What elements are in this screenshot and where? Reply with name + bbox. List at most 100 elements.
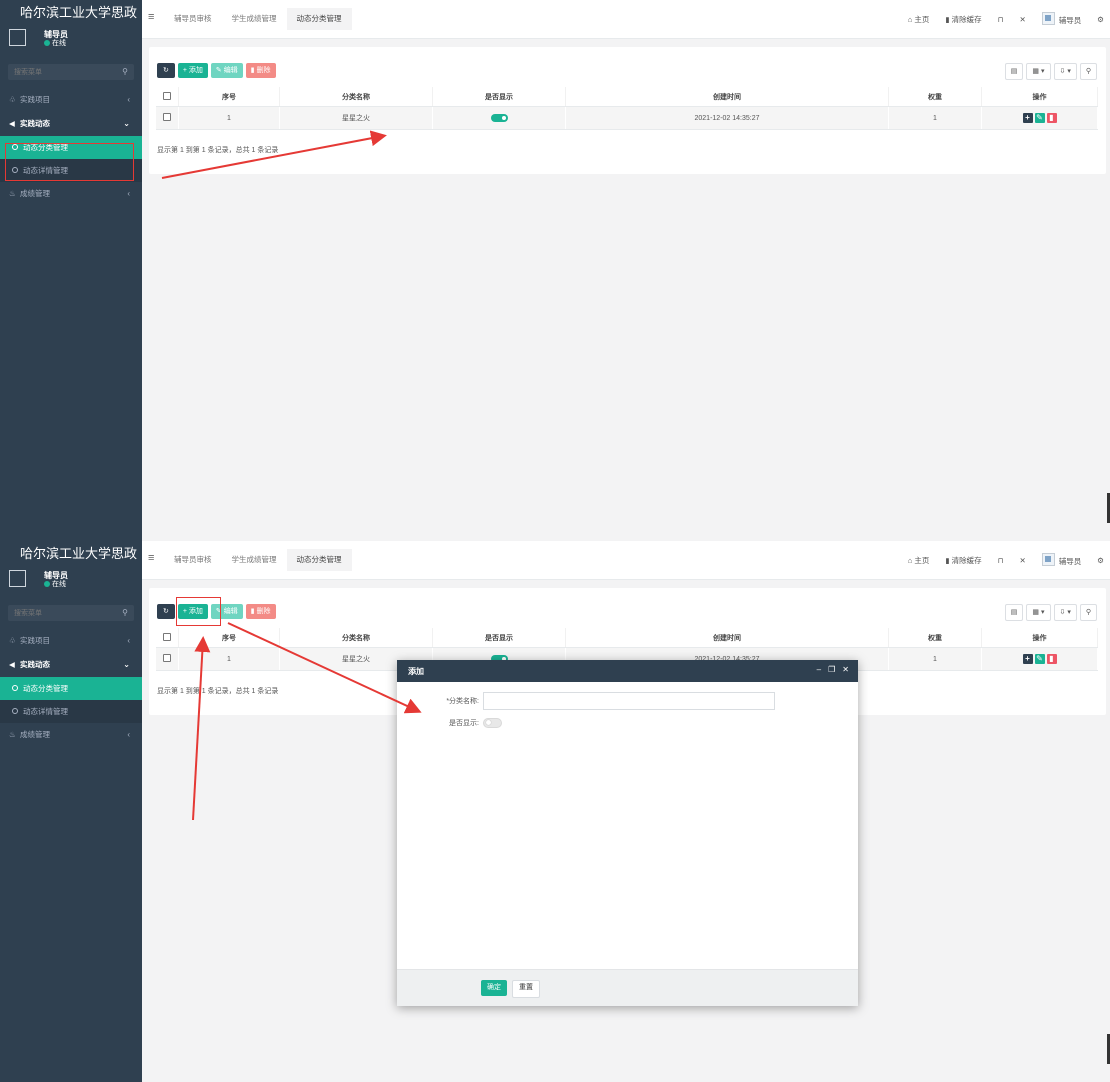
select-all-checkbox[interactable] [163, 91, 171, 100]
menu-toggle-icon[interactable]: ≡ [148, 552, 154, 564]
fullscreen-icon[interactable]: ✕ [1019, 556, 1025, 565]
menu-search: ⚲ [8, 605, 134, 621]
table-row[interactable]: 1 星星之火 2021-12-02 14:35:27 1 + ✎ ▮ [156, 106, 1098, 130]
content-panel: ↻ + 添加 ✎ 编辑 ▮ 删除 ▤ ▦ ▾ ⇩ ▾ ⚲ 序号 分类名称 是否显… [149, 47, 1106, 174]
topbar: ≡ 辅导员审核 学生成绩管理 动态分类管理 ⌂ 主页 ▮ 清除缓存 ⊓ ✕ 辅导… [142, 541, 1110, 580]
fullscreen-icon[interactable]: ✕ [1019, 15, 1025, 24]
dialog-controls: – ❐ ✕ [817, 665, 849, 674]
lock-icon[interactable]: ⊓ [998, 556, 1004, 565]
tab-counselor-review[interactable]: 辅导员审核 [164, 549, 222, 571]
tab-student-grades[interactable]: 学生成绩管理 [222, 8, 287, 30]
trash-icon: ▮ [250, 67, 255, 74]
edit-button[interactable]: ✎ 编辑 [210, 63, 243, 78]
brand-title: 哈尔滨工业大学思政 [0, 541, 142, 567]
clear-cache-link[interactable]: ▮ 清除缓存 [945, 14, 981, 25]
select-all-checkbox[interactable] [163, 632, 171, 641]
col-show[interactable]: 是否显示 [432, 628, 566, 648]
lock-icon[interactable]: ⊓ [998, 15, 1004, 24]
col-index[interactable]: 序号 [178, 628, 280, 648]
confirm-button[interactable]: 确定 [481, 980, 507, 996]
sidebar-item-practice-news[interactable]: ◀ 实践动态 ⌄ [0, 112, 142, 136]
tab-student-grades[interactable]: 学生成绩管理 [222, 549, 287, 571]
delete-button[interactable]: ▮ 删除 [245, 63, 276, 78]
category-name-label: *分类名称: [446, 698, 479, 705]
toggle-view-button[interactable]: ▤ [1004, 604, 1024, 621]
columns-button[interactable]: ▦ ▾ [1026, 63, 1051, 80]
add-button[interactable]: + 添加 [177, 63, 208, 78]
category-name-input[interactable] [483, 692, 775, 710]
user-menu[interactable]: 辅导员 [1041, 12, 1081, 26]
sidebar-item-grade-management[interactable]: ♨ 成绩管理 ‹ [0, 182, 142, 206]
circle-icon [12, 685, 18, 691]
online-dot-icon [44, 40, 50, 46]
columns-button[interactable]: ▦ ▾ [1026, 604, 1051, 621]
col-name[interactable]: 分类名称 [279, 87, 433, 107]
maximize-icon[interactable]: ❐ [828, 665, 835, 674]
user-menu[interactable]: 辅导员 [1041, 553, 1081, 567]
tab-category-management[interactable]: 动态分类管理 [286, 8, 352, 30]
home-link[interactable]: ⌂ 主页 [908, 555, 930, 566]
row-add-button[interactable]: + [1022, 113, 1033, 123]
sidebar-item-practice-projects[interactable]: ♧ 实践项目 ‹ [0, 629, 142, 653]
clear-cache-link[interactable]: ▮ 清除缓存 [945, 555, 981, 566]
settings-icon[interactable]: ⚙ [1097, 556, 1104, 565]
tab-category-management[interactable]: 动态分类管理 [286, 549, 352, 571]
show-toggle[interactable] [483, 718, 502, 728]
col-index[interactable]: 序号 [178, 87, 280, 107]
avatar[interactable] [9, 29, 26, 46]
cell-index: 1 [178, 106, 280, 130]
cell-show [432, 106, 566, 130]
search-icon[interactable]: ⚲ [122, 67, 128, 76]
download-icon: ⇩ [1059, 68, 1066, 75]
topbar-actions: ⌂ 主页 ▮ 清除缓存 ⊓ ✕ 辅导员 ⚙ [908, 12, 1104, 26]
highlight-box [176, 597, 221, 626]
settings-icon[interactable]: ⚙ [1097, 15, 1104, 24]
col-name[interactable]: 分类名称 [279, 628, 433, 648]
row-checkbox[interactable] [163, 654, 171, 662]
col-show[interactable]: 是否显示 [432, 87, 566, 107]
search-toggle-button[interactable]: ⚲ [1079, 63, 1097, 80]
col-created[interactable]: 创建时间 [565, 87, 889, 107]
search-icon[interactable]: ⚲ [122, 608, 128, 617]
category-table: 序号 分类名称 是否显示 创建时间 权重 操作 1 星星之火 2021-12-0… [156, 87, 1098, 130]
sidebar-item-category-management[interactable]: 动态分类管理 [0, 677, 142, 700]
row-add-button[interactable]: + [1022, 654, 1033, 664]
show-switch[interactable] [490, 113, 508, 122]
export-button[interactable]: ⇩ ▾ [1053, 604, 1077, 621]
row-edit-button[interactable]: ✎ [1034, 654, 1045, 664]
delete-button[interactable]: ▮ 删除 [245, 604, 276, 619]
toggle-view-button[interactable]: ▤ [1004, 63, 1024, 80]
row-select-cell [156, 647, 179, 671]
menu-toggle-icon[interactable]: ≡ [148, 11, 154, 23]
minimize-icon[interactable]: – [817, 665, 821, 674]
refresh-button[interactable]: ↻ [157, 604, 175, 619]
row-delete-button[interactable]: ▮ [1046, 113, 1057, 123]
avatar[interactable] [9, 570, 26, 587]
form-row-name: *分类名称: [397, 692, 858, 710]
tab-bar: 辅导员审核 学生成绩管理 动态分类管理 [164, 549, 352, 571]
home-link[interactable]: ⌂ 主页 [908, 14, 930, 25]
row-edit-button[interactable]: ✎ [1034, 113, 1045, 123]
close-icon[interactable]: ✕ [842, 665, 849, 674]
user-panel: 辅导员 在线 [0, 26, 142, 56]
refresh-button[interactable]: ↻ [157, 63, 175, 78]
search-toggle-button[interactable]: ⚲ [1079, 604, 1097, 621]
export-button[interactable]: ⇩ ▾ [1053, 63, 1077, 80]
sidebar-item-practice-news[interactable]: ◀ 实践动态 ⌄ [0, 653, 142, 677]
dialog-header: 添加 – ❐ ✕ [397, 660, 858, 682]
menu-search-input[interactable] [8, 605, 120, 621]
cell-name: 星星之火 [279, 106, 433, 130]
row-delete-button[interactable]: ▮ [1046, 654, 1057, 664]
row-checkbox[interactable] [163, 113, 171, 121]
online-dot-icon [44, 581, 50, 587]
sidebar-item-detail-management[interactable]: 动态详情管理 [0, 700, 142, 723]
col-created[interactable]: 创建时间 [565, 628, 889, 648]
col-weight[interactable]: 权重 [888, 628, 982, 648]
tab-counselor-review[interactable]: 辅导员审核 [164, 8, 222, 30]
col-weight[interactable]: 权重 [888, 87, 982, 107]
menu-search-input[interactable] [8, 64, 120, 80]
sidebar-item-practice-projects[interactable]: ♧ 实践项目 ‹ [0, 88, 142, 112]
sidebar-item-grade-management[interactable]: ♨ 成绩管理 ‹ [0, 723, 142, 747]
reset-button[interactable]: 重置 [512, 980, 540, 998]
screenshot-list-view: 哈尔滨工业大学思政 辅导员 在线 ⚲ ♧实践项目‹ ◀实践动态⌄ 动态分类管理 … [0, 0, 1110, 541]
